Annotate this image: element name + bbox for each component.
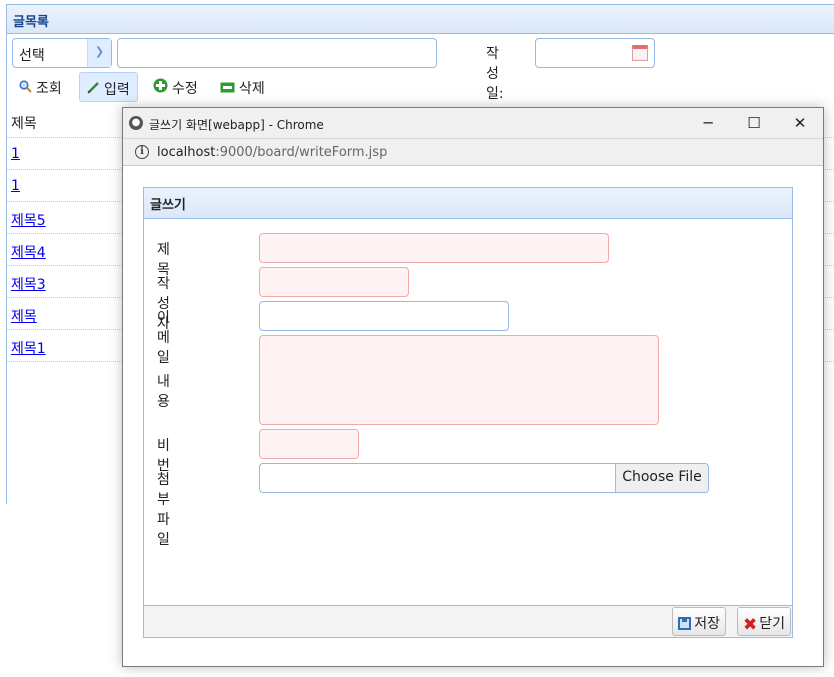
content-label: 내용 [157, 374, 170, 410]
insert-button-label: 입력 [104, 82, 130, 98]
board-panel-title: 글목록 [6, 4, 834, 34]
row-title-link[interactable]: 제목3 [11, 277, 46, 293]
row-title-link[interactable]: 제목 [11, 309, 37, 325]
table-row: 1 [6, 138, 124, 170]
close-button-label: 닫기 [759, 616, 785, 632]
row-title-link[interactable]: 제목5 [11, 213, 46, 229]
table-row: 제목1 [6, 330, 124, 362]
window-close-button[interactable]: ✕ [777, 108, 823, 139]
url-host: localhost [157, 145, 216, 160]
delete-button[interactable]: 삭제 [213, 72, 272, 102]
title-input[interactable] [259, 233, 609, 263]
write-form-panel: 글쓰기 제목 작성자 이메일 내용 비번 첨부파일 Choose File 저장… [143, 187, 793, 638]
address-bar[interactable]: i localhost:9000/board/writeForm.jsp [123, 139, 823, 166]
globe-icon: ● [129, 116, 143, 130]
search-button-label: 조회 [36, 81, 62, 97]
table-row: 제목5 [6, 202, 124, 234]
row-title-link[interactable]: 1 [11, 178, 20, 194]
url-text: localhost:9000/board/writeForm.jsp [157, 145, 387, 160]
window-title: 글쓰기 화면[webapp] - Chrome [149, 118, 324, 132]
writer-input[interactable] [259, 267, 409, 297]
update-button-label: 수정 [172, 81, 198, 97]
attachment-file-input[interactable]: Choose File [259, 463, 709, 493]
password-input[interactable] [259, 429, 359, 459]
choose-file-button[interactable]: Choose File [615, 464, 708, 492]
board-grid: 제목 1 1 제목5 제목4 제목3 제목 제목1 [6, 106, 124, 362]
date-input[interactable] [535, 38, 655, 68]
save-button-label: 저장 [694, 616, 720, 632]
maximize-button[interactable]: ☐ [731, 108, 777, 139]
url-path: :9000/board/writeForm.jsp [215, 145, 388, 160]
insert-button[interactable]: 입력 [79, 72, 138, 102]
search-keyword-input[interactable] [117, 38, 437, 68]
minimize-button[interactable]: ─ [685, 108, 731, 139]
save-button[interactable]: 저장 [672, 607, 726, 636]
close-button[interactable]: ✖ 닫기 [736, 607, 791, 636]
chevron-down-icon[interactable]: ❯ [87, 39, 111, 67]
update-button[interactable]: 수정 [146, 72, 205, 102]
red-x-icon: ✖ [742, 615, 758, 635]
magnifier-icon [19, 80, 32, 97]
row-title-link[interactable]: 제목4 [11, 245, 46, 261]
window-titlebar[interactable]: ● 글쓰기 화면[webapp] - Chrome ─ ☐ ✕ [123, 108, 823, 139]
date-label: 작성일: [486, 46, 504, 102]
row-title-link[interactable]: 제목1 [11, 341, 46, 357]
delete-button-label: 삭제 [239, 81, 265, 97]
info-icon[interactable]: i [135, 145, 149, 159]
search-type-value: 선택 [19, 48, 45, 64]
search-type-select[interactable]: 선택 ❯ [12, 38, 112, 68]
form-panel-title: 글쓰기 [144, 188, 792, 219]
table-row: 제목3 [6, 266, 124, 298]
grid-header-title: 제목 [6, 106, 124, 138]
plus-icon [153, 78, 168, 97]
search-button[interactable]: 조회 [12, 72, 69, 102]
table-row: 제목 [6, 298, 124, 330]
email-input[interactable] [259, 301, 509, 331]
floppy-disk-icon [678, 617, 692, 630]
write-form-window: ● 글쓰기 화면[webapp] - Chrome ─ ☐ ✕ i localh… [122, 107, 824, 667]
row-title-link[interactable]: 1 [11, 146, 20, 162]
form-footer: 저장 ✖ 닫기 [144, 605, 792, 637]
pencil-icon [87, 81, 100, 98]
calendar-icon[interactable] [632, 45, 648, 61]
attachment-label: 첨부파일 [157, 472, 170, 548]
email-label: 이메일 [157, 310, 170, 366]
content-textarea[interactable] [259, 335, 659, 425]
minus-icon [220, 81, 235, 97]
table-row: 1 [6, 170, 124, 202]
table-row: 제목4 [6, 234, 124, 266]
